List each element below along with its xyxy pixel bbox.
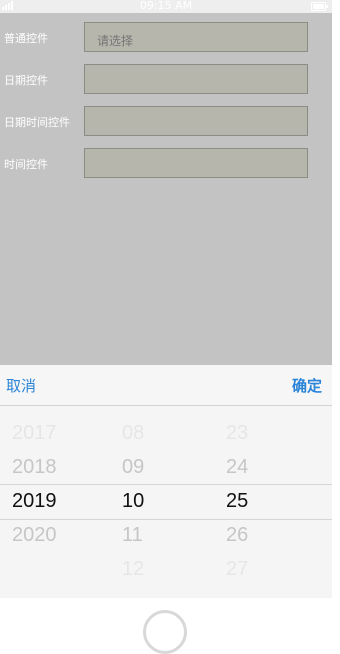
device-edge xyxy=(332,0,340,620)
picker-option-selected[interactable]: 10 xyxy=(122,490,144,513)
datetime-picker-field[interactable] xyxy=(84,106,308,136)
general-picker-label: 普通控件 xyxy=(4,32,48,45)
cancel-button[interactable]: 取消 xyxy=(6,375,36,396)
picker-option[interactable]: 11 xyxy=(122,524,143,547)
confirm-button[interactable]: 确定 xyxy=(292,375,322,396)
datetime-picker-label: 日期时间控件 xyxy=(4,116,70,129)
picker-column-year[interactable]: 2017 2018 2019 2020 xyxy=(12,406,92,598)
form-row-date: 日期控件 xyxy=(0,64,332,96)
picker-toolbar: 取消 确定 xyxy=(0,365,332,406)
time-picker-field[interactable] xyxy=(84,148,308,178)
picker-option[interactable]: 27 xyxy=(226,558,248,581)
picker-option[interactable]: 23 xyxy=(226,422,248,445)
status-bar: 09:15 AM xyxy=(0,0,332,13)
general-picker-field[interactable] xyxy=(84,22,308,52)
time-picker-label: 时间控件 xyxy=(4,158,48,171)
picker-option[interactable]: 09 xyxy=(122,456,144,479)
picker-option[interactable]: 2017 xyxy=(12,422,57,445)
picker-option[interactable]: 12 xyxy=(122,558,144,581)
picker-option-selected[interactable]: 2019 xyxy=(12,490,57,513)
picker-option[interactable]: 2020 xyxy=(12,524,57,547)
picker-option[interactable]: 08 xyxy=(122,422,144,445)
picker-option[interactable]: 2018 xyxy=(12,456,57,479)
date-picker-wheel[interactable]: 2017 2018 2019 2020 08 09 10 11 12 23 24… xyxy=(0,406,332,598)
form-area: 普通控件 日期控件 日期时间控件 时间控件 xyxy=(0,13,332,365)
date-picker-label: 日期控件 xyxy=(4,74,48,87)
date-picker-field[interactable] xyxy=(84,64,308,94)
form-row-datetime: 日期时间控件 xyxy=(0,106,332,138)
form-row-time: 时间控件 xyxy=(0,148,332,180)
picker-option-selected[interactable]: 25 xyxy=(226,490,248,513)
picker-option[interactable]: 26 xyxy=(226,524,248,547)
picker-column-day[interactable]: 23 24 25 26 27 xyxy=(226,406,286,598)
home-button-icon[interactable] xyxy=(143,610,187,654)
battery-icon xyxy=(311,2,328,11)
form-row-general: 普通控件 xyxy=(0,22,332,54)
status-time: 09:15 AM xyxy=(139,0,193,12)
picker-option[interactable]: 24 xyxy=(226,456,248,479)
picker-column-month[interactable]: 08 09 10 11 12 xyxy=(122,406,182,598)
